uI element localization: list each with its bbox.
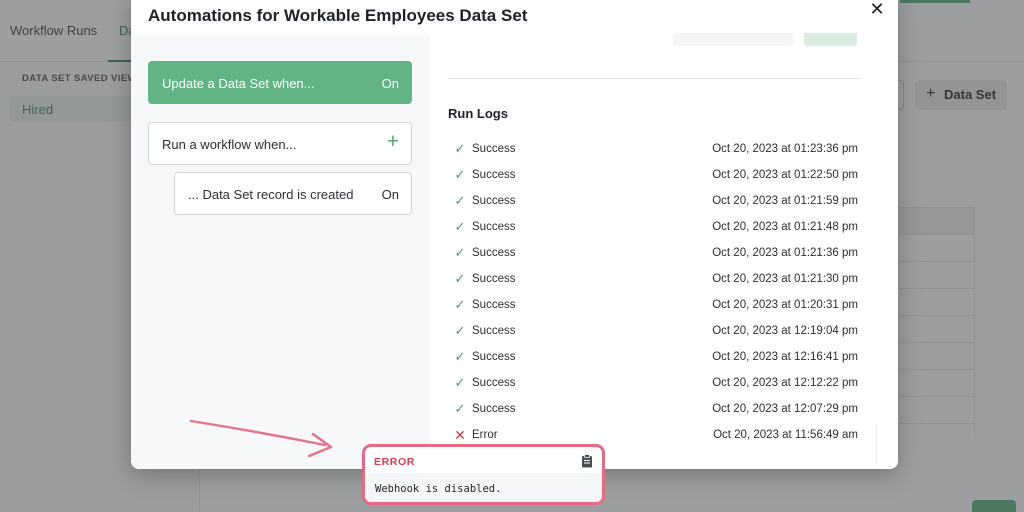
log-row: ✓ Success Oct 20, 2023 at 01:21:48 pm [452,219,858,245]
success-check-icon: ✓ [454,401,466,416]
run-logs-heading: Run Logs [448,106,508,121]
log-timestamp: Oct 20, 2023 at 12:07:29 pm [712,403,858,415]
log-status: Success [472,403,516,415]
log-timestamp: Oct 20, 2023 at 01:22:50 pm [712,169,858,181]
run-workflow-automation[interactable]: Run a workflow when... + [148,122,412,165]
add-trigger-icon[interactable]: + [387,131,399,153]
log-status: Success [472,351,516,363]
log-row: ✓ Success Oct 20, 2023 at 12:12:22 pm [452,375,858,401]
log-timestamp: Oct 20, 2023 at 11:56:49 am [713,429,858,441]
record-created-trigger[interactable]: ... Data Set record is created On [174,172,412,215]
log-timestamp: Oct 20, 2023 at 01:23:36 pm [712,143,858,155]
success-check-icon: ✓ [454,323,466,338]
log-status: Success [472,169,516,181]
annotation-arrow [189,419,333,458]
log-row: ✓ Success Oct 20, 2023 at 12:07:29 pm [452,401,858,427]
log-row: ✓ Success Oct 20, 2023 at 01:22:50 pm [452,167,858,193]
log-status: Success [472,325,516,337]
log-status: Success [472,195,516,207]
success-check-icon: ✓ [454,193,466,208]
scrollbar[interactable] [876,424,877,464]
log-row: ✓ Success Oct 20, 2023 at 12:16:41 pm [452,349,858,375]
automation-label: Run a workflow when... [162,137,297,152]
clipboard-icon[interactable] [581,454,593,468]
log-status: Success [472,377,516,389]
log-status: Success [472,247,516,259]
log-timestamp: Oct 20, 2023 at 01:21:30 pm [712,273,858,285]
log-timestamp: Oct 20, 2023 at 12:12:22 pm [712,377,858,389]
log-timestamp: Oct 20, 2023 at 01:21:48 pm [712,221,858,233]
automations-modal: Automations for Workable Employees Data … [131,0,898,469]
log-timestamp: Oct 20, 2023 at 01:21:36 pm [712,247,858,259]
success-check-icon: ✓ [454,297,466,312]
success-check-icon: ✓ [454,271,466,286]
error-message: Webhook is disabled. [375,483,502,495]
log-row: ✓ Success Oct 20, 2023 at 01:21:30 pm [452,271,858,297]
success-check-icon: ✓ [454,141,466,156]
success-check-icon: ✓ [454,375,466,390]
error-x-icon: ✕ [454,427,466,443]
success-check-icon: ✓ [454,219,466,234]
toast-title: ERROR [374,456,415,468]
trigger-label: ... Data Set record is created [188,187,354,202]
log-status: Success [472,221,516,233]
log-status: Success [472,143,516,155]
automation-label: Update a Data Set when... [162,76,315,91]
log-row: ✓ Success Oct 20, 2023 at 01:21:59 pm [452,193,858,219]
toast-body: Webhook is disabled. [365,473,602,502]
section-divider [448,78,862,79]
toast-header: ERROR [365,447,602,473]
settings-field[interactable] [673,33,793,46]
automation-state: On [381,76,399,91]
modal-title: Automations for Workable Employees Data … [148,6,528,25]
save-button[interactable] [804,33,857,46]
log-status: Error [472,429,498,441]
success-check-icon: ✓ [454,167,466,182]
log-status: Success [472,273,516,285]
log-row: ✓ Success Oct 20, 2023 at 01:21:36 pm [452,245,858,271]
log-timestamp: Oct 20, 2023 at 01:21:59 pm [712,195,858,207]
log-row: ✓ Success Oct 20, 2023 at 12:19:04 pm [452,323,858,349]
log-row: ✓ Success Oct 20, 2023 at 01:23:36 pm [452,141,858,167]
close-icon[interactable]: ✕ [866,0,888,20]
log-timestamp: Oct 20, 2023 at 12:16:41 pm [712,351,858,363]
trigger-state: On [381,187,399,202]
log-status: Success [472,299,516,311]
log-timestamp: Oct 20, 2023 at 12:19:04 pm [712,325,858,337]
success-check-icon: ✓ [454,245,466,260]
update-data-set-automation[interactable]: Update a Data Set when... On [148,61,412,104]
log-row: ✓ Success Oct 20, 2023 at 01:20:31 pm [452,297,858,323]
error-toast: ERROR Webhook is disabled. [362,444,605,505]
success-check-icon: ✓ [454,349,466,364]
log-timestamp: Oct 20, 2023 at 01:20:31 pm [712,299,858,311]
